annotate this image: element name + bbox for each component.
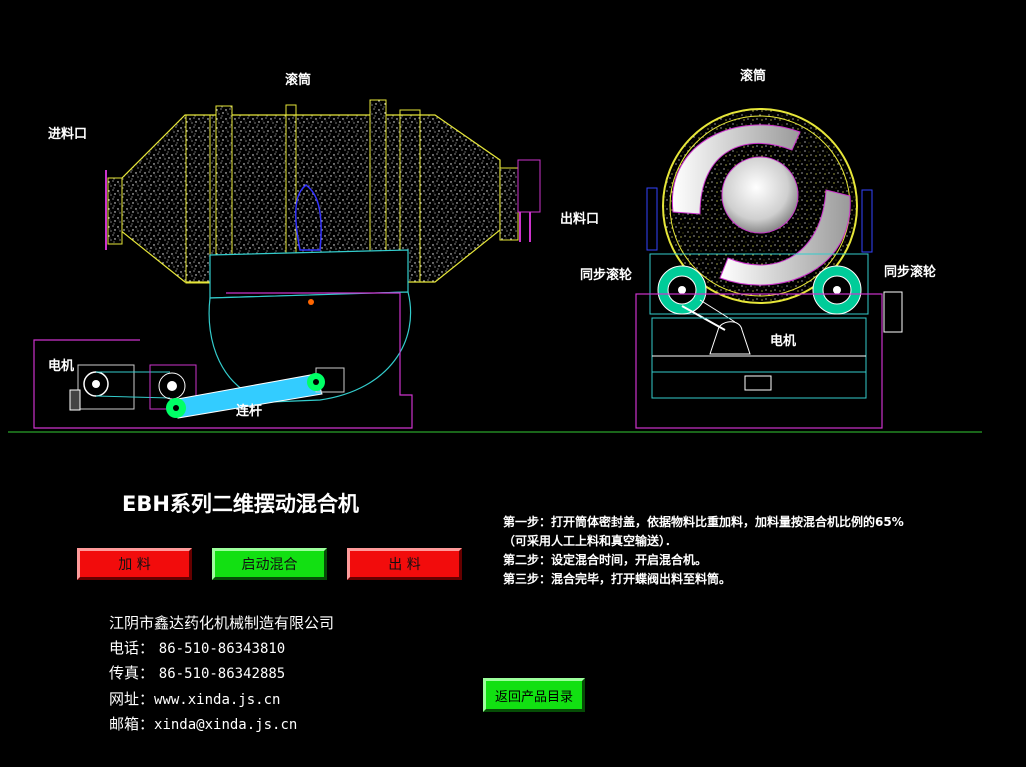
unload-button[interactable]: 出 料 — [347, 548, 462, 580]
side-view — [33, 99, 541, 429]
label-outlet: 出料口 — [560, 212, 600, 227]
company-name: 江阴市鑫达药化机械制造有限公司 — [109, 614, 335, 632]
operation-steps: 第一步：打开筒体密封盖，依据物料比重加料，加料量按混合机比例的65% （可采用人… — [503, 513, 904, 589]
step-1-note: （可采用人工上料和真空输送）． — [503, 534, 678, 548]
fax-label: 传真： — [109, 664, 155, 682]
step-1: 第一步：打开筒体密封盖，依据物料比重加料，加料量按混合机比例的65% — [503, 515, 904, 529]
start-mixing-button[interactable]: 启动混合 — [212, 548, 327, 580]
web-value[interactable]: www.xinda.js.cn — [154, 692, 280, 708]
label-sync-wheel-left: 同步滚轮 — [580, 268, 633, 283]
web-label: 网址： — [109, 689, 155, 708]
fax-value: 86-510-86342885 — [158, 666, 286, 682]
company-info: 江阴市鑫达药化机械制造有限公司 电话： 86-510-86343810 传真： … — [109, 611, 334, 738]
label-drum-right: 滚筒 — [740, 69, 767, 84]
step-3: 第三步：混合完毕，打开蝶阀出料至料筒。 — [503, 572, 732, 586]
email-value[interactable]: xinda@xinda.js.cn — [154, 717, 297, 733]
phone-label: 电话： — [109, 638, 155, 657]
phone-value: 86-510-86343810 — [158, 640, 286, 657]
fax-row: 传真： 86-510-86342885 — [109, 661, 334, 687]
label-motor-right: 电机 — [770, 334, 797, 349]
label-sync-wheel-right: 同步滚轮 — [884, 265, 937, 280]
load-button[interactable]: 加 料 — [77, 548, 192, 580]
label-inlet: 进料口 — [48, 127, 88, 142]
page-title: EBH系列二维摆动混合机 — [122, 492, 359, 516]
label-link-rod: 连杆 — [236, 404, 263, 419]
mixer-diagram — [8, 99, 982, 433]
email-row: 邮箱：xinda@xinda.js.cn — [109, 712, 334, 738]
end-view — [635, 108, 903, 429]
back-to-catalog-button[interactable]: 返回产品目录 — [483, 678, 585, 712]
web-row: 网址：www.xinda.js.cn — [109, 687, 334, 713]
center-sphere — [721, 156, 799, 234]
phone-row: 电话： 86-510-86343810 — [109, 636, 334, 662]
label-motor-left: 电机 — [48, 359, 75, 374]
step-2: 第二步：设定混合时间，开启混合机。 — [503, 553, 708, 567]
label-drum-left: 滚筒 — [285, 73, 312, 88]
email-label: 邮箱： — [109, 715, 155, 733]
